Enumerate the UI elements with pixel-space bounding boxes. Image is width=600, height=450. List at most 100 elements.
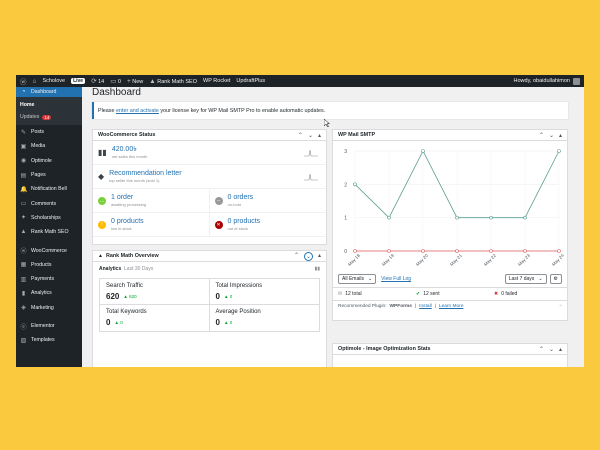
admin-bar: ⓦ ⌂ Scholove Live ⟳ 14 ▭ 0 + New ▲ Rank … bbox=[16, 75, 584, 87]
site-name-link[interactable]: Scholove bbox=[42, 78, 65, 84]
check-icon: ✔ bbox=[416, 291, 421, 297]
submenu-updates[interactable]: Updates 14 bbox=[16, 111, 82, 123]
sidebar-item-comments[interactable]: ▭ Comments bbox=[16, 196, 82, 210]
new-content-link[interactable]: + New bbox=[127, 78, 143, 85]
submenu-home[interactable]: Home bbox=[16, 99, 82, 111]
email-chart: 0 1 2 3 May 18 May 19 May 20 May 21 May 22 May 23… bbox=[344, 149, 565, 267]
sidebar-item-label: Media bbox=[31, 143, 46, 150]
sidebar-item-notification-bell[interactable]: 🔔 Notification Bell bbox=[16, 182, 82, 196]
on-hold-cell[interactable]: – 0 orders on-hold bbox=[209, 189, 326, 213]
updraft-link[interactable]: UpdraftPlus bbox=[236, 78, 265, 84]
rankmath-link[interactable]: ▲ Rank Math SEO bbox=[149, 78, 197, 85]
recommended-label: Recommended Plugin: bbox=[338, 304, 387, 309]
notice-text-post: your license key for WP Mail SMTP Pro to… bbox=[160, 107, 326, 114]
sent-stat: ✔ 12 sent bbox=[411, 291, 489, 297]
move-up-icon[interactable]: ⌃ bbox=[294, 252, 299, 261]
toggle-icon[interactable]: ▴ bbox=[318, 132, 321, 139]
data-point bbox=[489, 215, 493, 220]
date-range-select[interactable]: Last 7 days ⌄ bbox=[504, 274, 547, 284]
data-point bbox=[523, 249, 527, 253]
move-down-icon[interactable]: ⌄ bbox=[303, 251, 313, 261]
stat-change: 0 bbox=[229, 320, 233, 325]
data-point bbox=[455, 249, 459, 253]
sidebar-item-scholarships[interactable]: ✦ Scholarships bbox=[16, 211, 82, 225]
sidebar-item-payments[interactable]: ▥ Payments bbox=[16, 272, 82, 286]
comments-link[interactable]: ▭ 0 bbox=[110, 77, 121, 85]
submenu-label: Home bbox=[20, 102, 35, 108]
home-icon[interactable]: ⌂ bbox=[33, 78, 37, 85]
move-up-icon[interactable]: ⌃ bbox=[539, 346, 544, 353]
y-tick-label: 2 bbox=[344, 182, 347, 188]
avatar bbox=[573, 77, 580, 85]
toggle-icon[interactable]: ▴ bbox=[318, 252, 321, 261]
user-menu[interactable]: Howdy, obaidullahimon bbox=[514, 77, 580, 85]
analytics-stats: Search Traffic 620 ▲ 620 Total Impression… bbox=[99, 278, 320, 332]
updates-link[interactable]: ⟳ 14 bbox=[91, 77, 104, 85]
email-filter-select[interactable]: All Emails ⌄ bbox=[338, 274, 377, 284]
recommended-plugin: Recommended Plugin: WPForms | Install | Le… bbox=[338, 304, 562, 309]
move-down-icon[interactable]: ⌄ bbox=[308, 132, 313, 139]
sidebar-item-products[interactable]: ▦ Products bbox=[16, 258, 82, 272]
analytics-chart-icon[interactable]: ▮▮ bbox=[314, 266, 320, 272]
cube-icon: ◆ bbox=[98, 172, 105, 181]
toggle-icon[interactable]: ▴ bbox=[559, 132, 562, 139]
position-stat: Average Position 0 ▲ 0 bbox=[210, 305, 320, 331]
learn-more-link[interactable]: Learn More bbox=[439, 304, 464, 309]
sidebar-item-analytics[interactable]: ▮ Analytics bbox=[16, 286, 82, 300]
move-up-icon[interactable]: ⌃ bbox=[539, 132, 544, 139]
stat-label: Search Traffic bbox=[106, 283, 143, 289]
out-of-stock-cell[interactable]: ✕ 0 products out of stock bbox=[209, 213, 326, 237]
analytics-label: Analytics bbox=[99, 266, 122, 272]
wprocket-link[interactable]: WP Rocket bbox=[203, 78, 230, 84]
awaiting-processing-cell[interactable]: … 1 order awaiting processing bbox=[93, 189, 210, 213]
wordpress-logo-icon[interactable]: ⓦ bbox=[20, 76, 27, 86]
select-value: Last 7 days bbox=[508, 276, 535, 282]
sidebar-item-woocommerce[interactable]: ⓦ WooCommerce bbox=[16, 243, 82, 257]
move-down-icon[interactable]: ⌄ bbox=[549, 346, 554, 353]
menu-icon: ▭ bbox=[20, 201, 27, 208]
sidebar-item-optimole[interactable]: ◉ Optimole bbox=[16, 154, 82, 168]
wp-admin-screen: ⓦ ⌂ Scholove Live ⟳ 14 ▭ 0 + New ▲ Rank … bbox=[16, 75, 584, 367]
top-seller-label: top seller this month (sold 1) bbox=[109, 178, 160, 183]
sidebar-item-pages[interactable]: ▤ Pages bbox=[16, 168, 82, 182]
failed-value: 0 failed bbox=[501, 291, 518, 297]
sidebar-item-media[interactable]: ▣ Media bbox=[16, 139, 82, 153]
awaiting-label: awaiting processing bbox=[111, 202, 147, 207]
settings-button[interactable]: ⚙ bbox=[549, 274, 562, 284]
low-stock-cell[interactable]: ! 0 products low in stock bbox=[93, 213, 210, 237]
sidebar-item-rank-math-seo[interactable]: ▲ Rank Math SEO bbox=[16, 225, 82, 239]
stat-label: Average Position bbox=[215, 309, 261, 315]
live-badge: Live bbox=[71, 78, 86, 84]
woocommerce-status-panel: WooCommerce Status ⌃ ⌄ ▴ ▮▮ 420.00৳ net sal… bbox=[92, 129, 327, 245]
panel-header: WP Mail SMTP ⌃ ⌄ ▴ bbox=[333, 130, 567, 141]
move-down-icon[interactable]: ⌄ bbox=[549, 132, 554, 139]
top-seller-row[interactable]: ◆ Recommendation letter top seller this m… bbox=[93, 165, 326, 189]
sidebar-item-templates[interactable]: ▧ Templates bbox=[16, 333, 82, 347]
move-up-icon[interactable]: ⌃ bbox=[298, 132, 303, 139]
optimole-stats-panel: Optimole - Image Optimization Stats ⌃ ⌄ ▴ bbox=[332, 343, 568, 367]
sidebar-item-label: Payments bbox=[31, 276, 55, 283]
toggle-icon[interactable]: ▴ bbox=[559, 346, 562, 353]
wp-mail-smtp-panel: WP Mail SMTP ⌃ ⌄ ▴ 0 1 2 3 May 18 May 19 May 20 M… bbox=[332, 129, 568, 321]
dashboard-submenu: Home Updates 14 bbox=[16, 97, 82, 125]
sidebar-item-marketing[interactable]: ◈ Marketing bbox=[16, 301, 82, 315]
sidebar-item-elementor[interactable]: ⓔ Elementor bbox=[16, 319, 82, 333]
plus-icon: + bbox=[126, 77, 131, 85]
data-point bbox=[387, 215, 391, 220]
data-point bbox=[489, 249, 493, 253]
view-full-log-link[interactable]: View Full Log bbox=[381, 276, 411, 282]
net-sales-row[interactable]: ▮▮ 420.00৳ net sales this month bbox=[93, 141, 326, 165]
sidebar-item-dashboard[interactable]: ◔ Dashboard bbox=[16, 87, 82, 97]
dismiss-icon[interactable]: × bbox=[559, 304, 562, 309]
analytics-header: Analytics Last 30 Days ▮▮ bbox=[99, 266, 320, 272]
sidebar-menu: ✎ Posts ▣ Media ◉ Optimole ▤ Pages 🔔 Notification… bbox=[16, 125, 82, 347]
notice-activate-link[interactable]: enter and activate bbox=[116, 108, 159, 114]
lowstock-value: 0 products bbox=[111, 218, 144, 225]
sidebar-item-posts[interactable]: ✎ Posts bbox=[16, 125, 82, 139]
data-point bbox=[421, 149, 425, 153]
menu-icon: ◈ bbox=[21, 305, 26, 312]
up-arrow-icon: ▲ bbox=[123, 294, 128, 299]
keywords-stat: Total Keywords 0 ▲ 0 bbox=[100, 305, 210, 331]
gear-icon: ⚙ bbox=[553, 276, 558, 282]
install-link[interactable]: Install bbox=[419, 304, 432, 309]
